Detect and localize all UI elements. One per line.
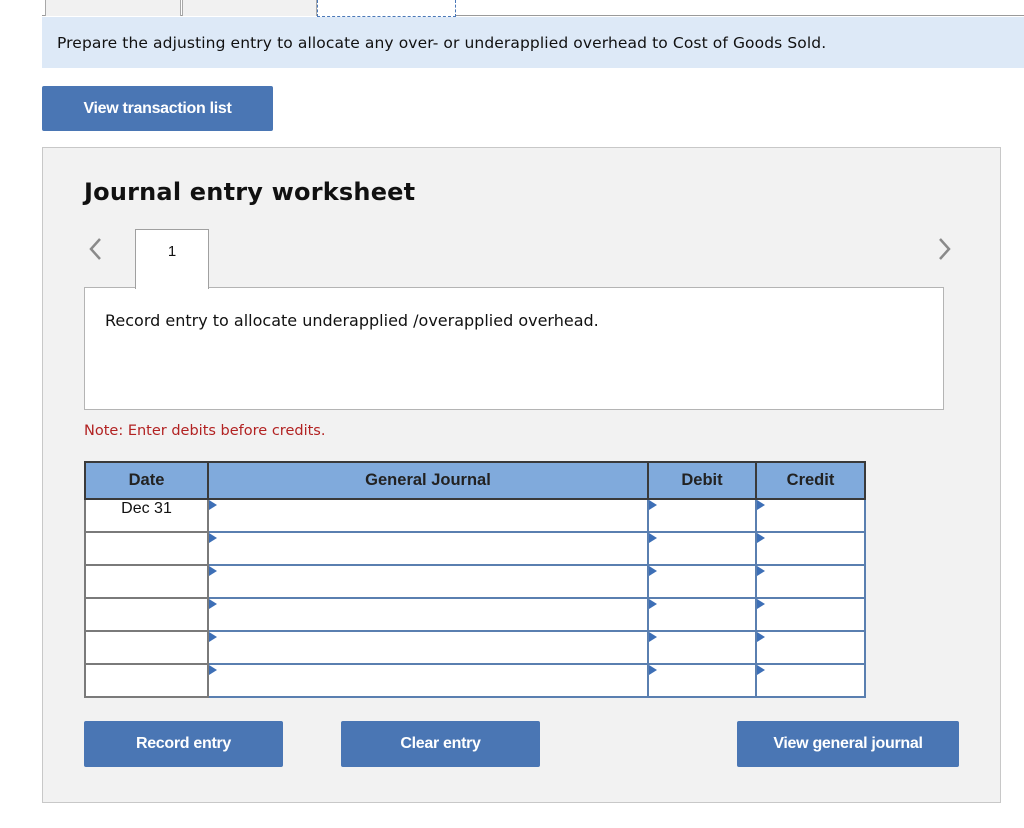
journal-row <box>84 663 866 698</box>
account-select[interactable] <box>209 567 647 596</box>
question-tab-3-active[interactable] <box>317 0 456 17</box>
header-debit: Debit <box>647 461 757 500</box>
dropdown-indicator-icon <box>209 500 217 510</box>
credit-cell <box>755 498 866 533</box>
journal-header-row: Date General Journal Debit Credit <box>84 461 866 500</box>
debit-input[interactable] <box>649 534 755 563</box>
dropdown-indicator-icon <box>757 533 765 543</box>
credit-input[interactable] <box>757 633 864 662</box>
journal-row <box>84 597 866 632</box>
debit-input[interactable] <box>649 666 755 695</box>
credit-input[interactable] <box>757 666 864 695</box>
dropdown-indicator-icon <box>209 665 217 675</box>
header-credit: Credit <box>755 461 866 500</box>
debit-input[interactable] <box>649 501 755 530</box>
account-select[interactable] <box>209 501 647 530</box>
debit-cell <box>647 531 757 566</box>
credit-input[interactable] <box>757 600 864 629</box>
instruction-banner: Prepare the adjusting entry to allocate … <box>42 17 1024 68</box>
credit-cell <box>755 663 866 698</box>
debit-cell <box>647 663 757 698</box>
dropdown-indicator-icon <box>209 632 217 642</box>
credit-cell <box>755 630 866 665</box>
dropdown-indicator-icon <box>757 599 765 609</box>
account-select[interactable] <box>209 600 647 629</box>
account-select[interactable] <box>209 633 647 662</box>
question-tab-2[interactable] <box>182 0 317 16</box>
view-general-journal-button[interactable]: View general journal <box>737 721 959 767</box>
debit-input[interactable] <box>649 633 755 662</box>
account-cell <box>207 498 649 533</box>
credit-input[interactable] <box>757 567 864 596</box>
date-cell[interactable] <box>84 597 209 632</box>
date-cell[interactable] <box>84 663 209 698</box>
dropdown-indicator-icon <box>209 566 217 576</box>
dropdown-indicator-icon <box>649 632 657 642</box>
worksheet-title: Journal entry worksheet <box>84 178 416 206</box>
journal-row: Dec 31 <box>84 498 866 533</box>
header-general-journal: General Journal <box>207 461 649 500</box>
account-select[interactable] <box>209 534 647 563</box>
date-cell[interactable] <box>84 564 209 599</box>
dropdown-indicator-icon <box>209 599 217 609</box>
journal-row <box>84 531 866 566</box>
dropdown-indicator-icon <box>649 599 657 609</box>
view-transaction-list-button[interactable]: View transaction list <box>42 86 273 131</box>
account-cell <box>207 663 649 698</box>
account-cell <box>207 531 649 566</box>
dropdown-indicator-icon <box>757 500 765 510</box>
dropdown-indicator-icon <box>649 500 657 510</box>
dropdown-indicator-icon <box>757 632 765 642</box>
header-date: Date <box>84 461 209 500</box>
dropdown-indicator-icon <box>649 665 657 675</box>
account-select[interactable] <box>209 666 647 695</box>
clear-entry-button[interactable]: Clear entry <box>341 721 540 767</box>
dropdown-indicator-icon <box>649 566 657 576</box>
debit-cell <box>647 564 757 599</box>
debit-input[interactable] <box>649 567 755 596</box>
dropdown-indicator-icon <box>649 533 657 543</box>
account-cell <box>207 630 649 665</box>
account-cell <box>207 564 649 599</box>
journal-row <box>84 564 866 599</box>
instruction-text: Prepare the adjusting entry to allocate … <box>57 34 827 52</box>
credit-input[interactable] <box>757 501 864 530</box>
debit-cell <box>647 597 757 632</box>
entry-tab-1[interactable]: 1 <box>135 229 209 289</box>
credit-cell <box>755 564 866 599</box>
credit-cell <box>755 597 866 632</box>
journal-entry-worksheet: Journal entry worksheet 1 Record entry t… <box>42 147 1001 803</box>
question-tab-strip <box>42 0 1024 17</box>
chevron-left-icon[interactable] <box>86 236 106 262</box>
journal-table: Date General Journal Debit Credit Dec 31 <box>84 461 866 698</box>
dropdown-indicator-icon <box>757 665 765 675</box>
question-tab-1[interactable] <box>45 0 181 16</box>
note-text: Note: Enter debits before credits. <box>84 423 326 439</box>
account-cell <box>207 597 649 632</box>
credit-cell <box>755 531 866 566</box>
record-entry-button[interactable]: Record entry <box>84 721 283 767</box>
dropdown-indicator-icon <box>209 533 217 543</box>
debit-input[interactable] <box>649 600 755 629</box>
dropdown-indicator-icon <box>757 566 765 576</box>
date-cell[interactable] <box>84 630 209 665</box>
entry-description: Record entry to allocate underapplied /o… <box>105 311 599 330</box>
entry-description-box: Record entry to allocate underapplied /o… <box>84 287 944 410</box>
debit-cell <box>647 498 757 533</box>
debit-cell <box>647 630 757 665</box>
date-cell[interactable] <box>84 531 209 566</box>
chevron-right-icon[interactable] <box>934 236 954 262</box>
journal-row <box>84 630 866 665</box>
date-cell[interactable]: Dec 31 <box>84 498 209 533</box>
credit-input[interactable] <box>757 534 864 563</box>
